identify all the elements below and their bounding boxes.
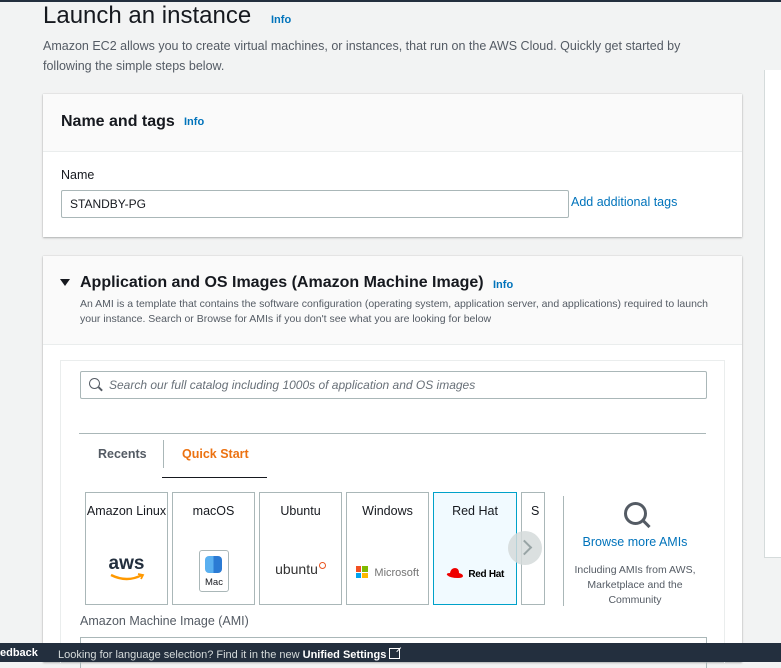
mac-finder-icon: Mac <box>199 550 229 592</box>
ami-card-label: Windows <box>362 504 413 518</box>
ami-description: An AMI is a template that contains the s… <box>80 298 709 325</box>
tab-divider <box>163 440 164 468</box>
ubuntu-circle-icon <box>318 562 326 569</box>
redhat-logo-text: Red Hat <box>468 569 505 580</box>
ami-card-label: Amazon Linux <box>86 504 167 518</box>
redhat-logo-icon: Red Hat <box>434 564 516 582</box>
search-placeholder: Search our full catalog including 1000s … <box>109 378 476 392</box>
name-input[interactable]: STANDBY-PG <box>61 190 569 218</box>
name-tags-title: Name and tags <box>61 113 175 130</box>
language-notice: Looking for language selection? Find it … <box>58 647 401 661</box>
unified-settings-link[interactable]: Unified Settings <box>303 649 387 661</box>
name-tags-info-link[interactable]: Info <box>184 116 204 128</box>
page-info-link[interactable]: Info <box>271 14 291 26</box>
add-additional-tags-link[interactable]: Add additional tags <box>571 195 677 209</box>
search-icon <box>89 378 100 389</box>
active-tab-indicator <box>162 477 267 478</box>
browse-description: Including AMIs from AWS, Marketplace and… <box>574 564 696 606</box>
side-panel-edge <box>764 70 781 558</box>
ami-card-label: S <box>531 504 540 518</box>
console-footer: edback Looking for language selection? F… <box>0 643 781 662</box>
page-wrapper: Launch an instance Info Amazon EC2 allow… <box>0 0 781 668</box>
name-tags-panel: Name and tags Info Name STANDBY-PG Add a… <box>43 94 742 237</box>
ami-info-link[interactable]: Info <box>493 279 513 291</box>
ami-card-ubuntu[interactable]: Ubuntu ubuntu <box>259 492 342 605</box>
microsoft-logo-text: Microsoft <box>374 567 420 579</box>
ami-title: Application and OS Images (Amazon Machin… <box>80 274 484 291</box>
ami-card-amazon-linux[interactable]: Amazon Linux aws <box>85 492 168 605</box>
language-notice-text: Looking for language selection? Find it … <box>58 649 300 661</box>
windows-grid-icon <box>355 566 368 578</box>
ubuntu-logo-icon: ubuntu <box>260 561 341 579</box>
redhat-hat-icon <box>446 568 463 578</box>
next-arrow-button[interactable] <box>508 531 542 565</box>
aws-logo-text: aws <box>108 553 145 574</box>
ami-card-label: Red Hat <box>452 504 498 518</box>
browse-search-icon <box>624 502 647 525</box>
ami-panel: Application and OS Images (Amazon Machin… <box>43 256 742 668</box>
mac-logo-text: Mac <box>205 577 223 588</box>
tab-baseline <box>79 433 706 434</box>
ami-selector: Search our full catalog including 1000s … <box>60 360 725 668</box>
ubuntu-logo-text: ubuntu <box>275 561 318 577</box>
aws-logo-icon: aws <box>86 553 167 581</box>
ami-card-windows[interactable]: Windows Microsoft <box>346 492 429 605</box>
microsoft-logo-icon: Microsoft <box>347 563 428 581</box>
feedback-link[interactable]: edback <box>0 647 38 659</box>
collapse-caret-icon[interactable] <box>60 279 70 286</box>
aws-smile-icon <box>109 573 144 581</box>
ami-card-macos[interactable]: macOS Mac <box>172 492 255 605</box>
ami-card-red-hat[interactable]: Red Hat Red Hat <box>433 492 517 605</box>
name-label: Name <box>61 168 95 182</box>
page-description: Amazon EC2 allows you to create virtual … <box>43 39 681 73</box>
ami-card-label: Ubuntu <box>280 504 321 518</box>
tab-quick-start[interactable]: Quick Start <box>182 447 249 461</box>
ami-card-label: macOS <box>192 504 235 518</box>
tab-recents[interactable]: Recents <box>98 447 147 461</box>
finder-face-icon <box>205 556 222 573</box>
ami-field-label: Amazon Machine Image (AMI) <box>80 614 249 628</box>
page-title: Launch an instance <box>43 2 252 29</box>
browse-divider <box>563 496 564 606</box>
ami-search-input[interactable]: Search our full catalog including 1000s … <box>80 371 707 399</box>
external-link-icon <box>389 648 401 659</box>
browse-more-amis-link[interactable]: Browse more AMIs <box>570 535 700 549</box>
